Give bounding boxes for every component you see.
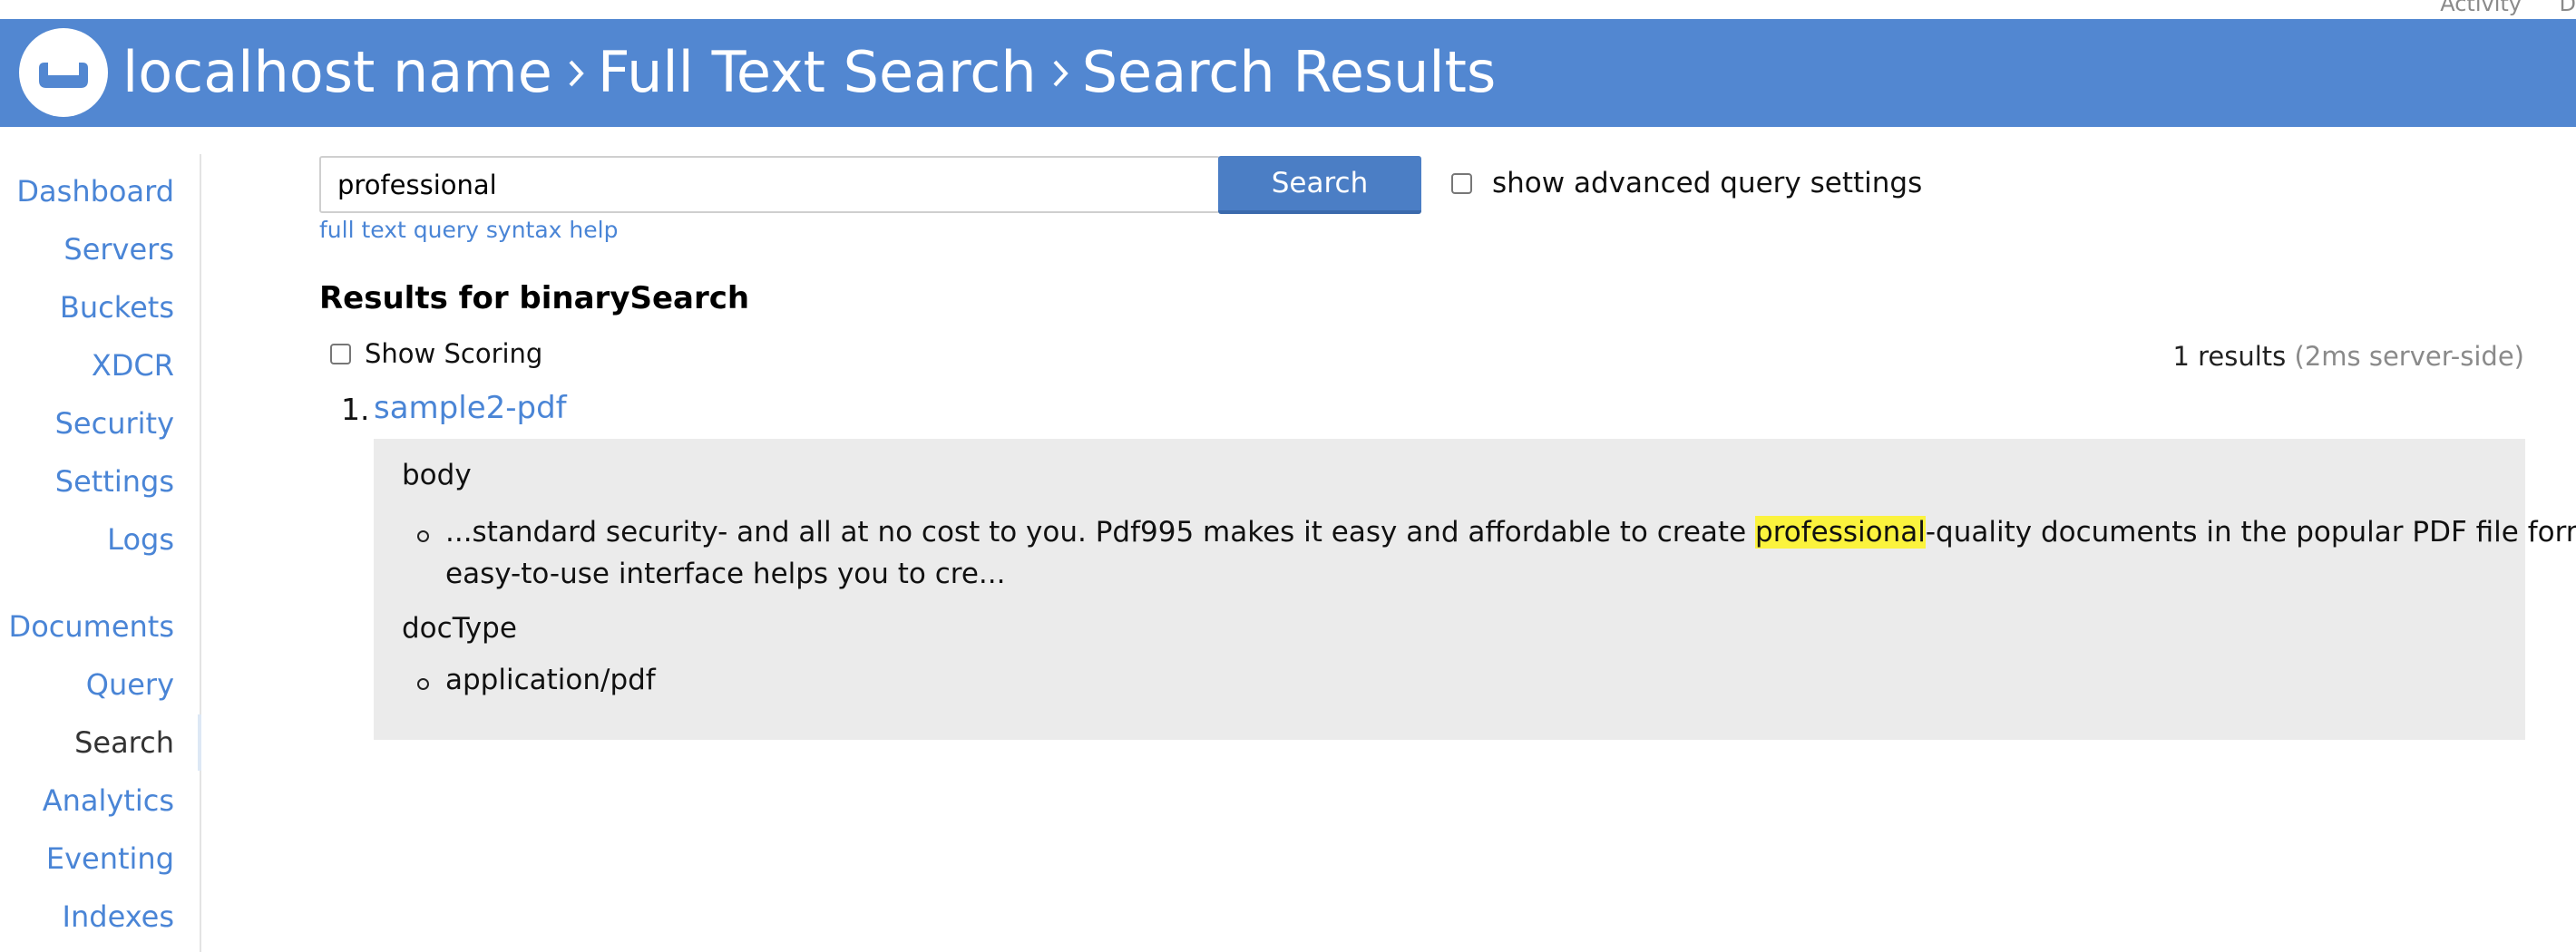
sidebar-item-indexes[interactable]: Indexes — [63, 899, 174, 934]
couchbase-logo-icon[interactable] — [19, 28, 108, 117]
advanced-settings-checkbox[interactable] — [1451, 173, 1472, 194]
breadcrumb-full-text-search[interactable]: Full Text Search — [598, 43, 1037, 102]
breadcrumb-search-results: Search Results — [1081, 39, 1497, 105]
sidebar-item-search[interactable]: Search — [74, 725, 174, 760]
sidebar-item-xdcr[interactable]: XDCR — [92, 348, 174, 383]
breadcrumb: localhost name Full Text Search Search R… — [122, 43, 1496, 102]
sidebar-item-analytics[interactable]: Analytics — [43, 783, 174, 818]
sidebar-item-logs[interactable]: Logs — [107, 522, 174, 557]
sidebar-item-security[interactable]: Security — [55, 406, 174, 441]
snippet-after: -quality documents in the popular PDF fi… — [1925, 516, 2576, 549]
sidebar-nav: Dashboard Servers Buckets XDCR Security … — [0, 154, 201, 952]
results-count-text: 1 results — [2172, 341, 2287, 372]
snippet-highlight: professional — [1755, 516, 1926, 549]
results-count: 1 results (2ms server-side) — [2172, 341, 2524, 372]
result-title-link[interactable]: sample2-pdf — [374, 390, 567, 426]
bullet-icon — [417, 678, 429, 690]
show-scoring-label[interactable]: Show Scoring — [365, 338, 542, 369]
result-number: 1. — [341, 392, 370, 427]
sidebar-item-servers[interactable]: Servers — [63, 232, 174, 267]
advanced-settings-label[interactable]: show advanced query settings — [1492, 167, 1922, 199]
field-name-doctype: docType — [402, 612, 517, 645]
top-bar-trailing-text[interactable]: D — [2560, 0, 2576, 16]
search-button[interactable]: Search — [1218, 156, 1421, 214]
result-detail-panel: body ...standard security- and all at no… — [374, 439, 2576, 740]
breadcrumb-host[interactable]: localhost name — [122, 43, 552, 102]
activity-link[interactable]: Activity — [2440, 0, 2522, 16]
sidebar-item-eventing[interactable]: Eventing — [46, 841, 174, 876]
sidebar-item-dashboard[interactable]: Dashboard — [16, 174, 174, 209]
field-snippet-body: ...standard security- and all at no cost… — [445, 511, 2576, 595]
top-strip: Activity D — [0, 0, 2576, 19]
chevron-right-icon — [1046, 43, 1077, 102]
chevron-right-icon — [561, 43, 592, 102]
sidebar-item-documents[interactable]: Documents — [9, 609, 174, 644]
query-syntax-help-link[interactable]: full text query syntax help — [319, 217, 618, 243]
sidebar-item-query[interactable]: Query — [86, 667, 174, 702]
bullet-icon — [417, 530, 429, 542]
search-input[interactable] — [319, 156, 1220, 213]
snippet-before: ...standard security- and all at no cost… — [445, 516, 1756, 549]
sidebar-item-settings[interactable]: Settings — [55, 464, 174, 499]
sidebar-item-buckets[interactable]: Buckets — [60, 290, 174, 325]
app-header: localhost name Full Text Search Search R… — [0, 19, 2576, 127]
results-heading: Results for binarySearch — [319, 280, 750, 316]
results-timing: (2ms server-side) — [2294, 341, 2524, 372]
show-scoring-checkbox[interactable] — [330, 344, 351, 364]
field-value-doctype: application/pdf — [445, 664, 656, 696]
field-name-body: body — [402, 459, 472, 491]
sidebar-active-indicator — [198, 714, 201, 771]
snippet-line2: easy-to-use interface helps you to cre..… — [445, 558, 1006, 590]
